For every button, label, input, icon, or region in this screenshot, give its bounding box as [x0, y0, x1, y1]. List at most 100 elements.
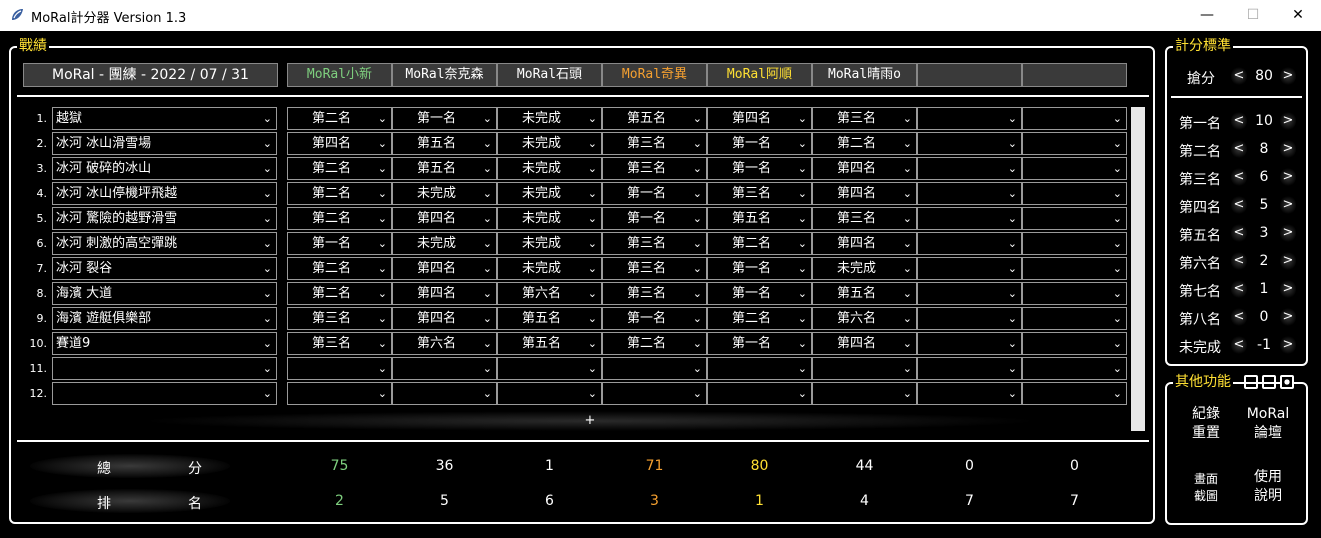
rank-select[interactable]: ⌄ — [287, 357, 392, 380]
player-name-6[interactable]: MoRal晴雨o — [812, 63, 917, 87]
scrollbar-thumb[interactable] — [1131, 107, 1145, 431]
rank-select[interactable]: 第三名 ⌄ — [602, 257, 707, 280]
rank-select[interactable]: 未完成 ⌄ — [497, 107, 602, 130]
grab-score-increase-button[interactable]: > — [1280, 66, 1296, 86]
rank-select[interactable]: ⌄ — [497, 357, 602, 380]
player-name-1[interactable]: MoRal小新 — [287, 63, 392, 87]
maximize-button[interactable]: ☐ — [1230, 0, 1276, 31]
rank-select[interactable]: ⌄ — [497, 382, 602, 405]
screenshot-button[interactable]: 畫面 截圖 — [1176, 471, 1236, 505]
rank-select[interactable]: 第三名 ⌄ — [602, 132, 707, 155]
rank-select[interactable]: 第五名 ⌄ — [497, 307, 602, 330]
rank-select[interactable]: 未完成 ⌄ — [392, 182, 497, 205]
rank-select[interactable]: 第五名 ⌄ — [497, 332, 602, 355]
rank-select[interactable]: ⌄ — [602, 357, 707, 380]
rank-select[interactable]: ⌄ — [1022, 232, 1127, 255]
rank-select[interactable]: 第四名 ⌄ — [812, 232, 917, 255]
rank-select[interactable]: 第三名 ⌄ — [812, 107, 917, 130]
rank-select[interactable]: ⌄ — [917, 332, 1022, 355]
rank-select[interactable]: 第一名 ⌄ — [602, 207, 707, 230]
rank-select[interactable]: 第一名 ⌄ — [707, 157, 812, 180]
results-scrollbar[interactable] — [1131, 107, 1145, 431]
player-name-8[interactable] — [1022, 63, 1127, 87]
course-select[interactable]: ⌄ — [52, 357, 277, 380]
rank-select[interactable]: 第四名 ⌄ — [812, 182, 917, 205]
rank-select[interactable]: 第四名 ⌄ — [392, 207, 497, 230]
course-select[interactable]: 越獄 ⌄ — [52, 107, 277, 130]
rank-select[interactable]: 第二名 ⌄ — [287, 182, 392, 205]
rank-select[interactable]: ⌄ — [917, 257, 1022, 280]
rank-select[interactable]: 第三名 ⌄ — [602, 282, 707, 305]
rank-select[interactable]: 第五名 ⌄ — [392, 132, 497, 155]
help-button[interactable]: 使用 說明 — [1238, 468, 1298, 506]
score-decrease-button[interactable]: < — [1231, 195, 1247, 215]
rank-select[interactable]: 未完成 ⌄ — [497, 132, 602, 155]
rank-select[interactable]: ⌄ — [917, 207, 1022, 230]
course-select[interactable]: 冰河 冰山滑雪場 ⌄ — [52, 132, 277, 155]
rank-select[interactable]: ⌄ — [917, 182, 1022, 205]
rank-select[interactable]: 第三名 ⌄ — [287, 307, 392, 330]
rank-select[interactable]: 第一名 ⌄ — [707, 257, 812, 280]
rank-select[interactable]: 第一名 ⌄ — [602, 307, 707, 330]
rank-select[interactable]: 未完成 ⌄ — [497, 207, 602, 230]
rank-select[interactable]: ⌄ — [1022, 282, 1127, 305]
rank-select[interactable]: ⌄ — [1022, 207, 1127, 230]
reset-record-button[interactable]: 紀錄 重置 — [1176, 405, 1236, 443]
rank-select[interactable]: 第三名 ⌄ — [602, 157, 707, 180]
rank-select[interactable]: 第四名 ⌄ — [707, 107, 812, 130]
rank-select[interactable]: 第一名 ⌄ — [602, 182, 707, 205]
rank-select[interactable]: 第四名 ⌄ — [812, 332, 917, 355]
rank-select[interactable]: ⌄ — [392, 382, 497, 405]
score-increase-button[interactable]: > — [1280, 111, 1296, 131]
session-date-label[interactable]: MoRal - 團練 - 2022 / 07 / 31 — [23, 63, 278, 87]
rank-select[interactable]: 第二名 ⌄ — [287, 107, 392, 130]
rank-select[interactable]: 第三名 ⌄ — [707, 182, 812, 205]
rank-select[interactable]: ⌄ — [917, 132, 1022, 155]
rank-select[interactable]: 未完成 ⌄ — [392, 232, 497, 255]
rank-select[interactable]: 第四名 ⌄ — [812, 157, 917, 180]
player-name-3[interactable]: MoRal石頭 — [497, 63, 602, 87]
rank-select[interactable]: ⌄ — [917, 157, 1022, 180]
rank-select[interactable]: 未完成 ⌄ — [497, 232, 602, 255]
rank-select[interactable]: ⌄ — [917, 382, 1022, 405]
rank-select[interactable]: ⌄ — [1022, 357, 1127, 380]
rank-select[interactable]: 第五名 ⌄ — [812, 282, 917, 305]
course-select[interactable]: ⌄ — [52, 382, 277, 405]
score-increase-button[interactable]: > — [1280, 139, 1296, 159]
rank-select[interactable]: ⌄ — [917, 307, 1022, 330]
rank-select[interactable]: ⌄ — [287, 382, 392, 405]
rank-select[interactable]: ⌄ — [1022, 257, 1127, 280]
rank-select[interactable]: ⌄ — [392, 357, 497, 380]
add-row-button[interactable]: + — [140, 411, 1040, 431]
course-select[interactable]: 冰河 驚險的越野滑雪 ⌄ — [52, 207, 277, 230]
rank-select[interactable]: ⌄ — [707, 382, 812, 405]
rank-select[interactable]: 第二名 ⌄ — [707, 232, 812, 255]
rank-select[interactable]: ⌄ — [917, 357, 1022, 380]
rank-select[interactable]: ⌄ — [1022, 382, 1127, 405]
rank-select[interactable]: ⌄ — [812, 357, 917, 380]
course-select[interactable]: 冰河 破碎的冰山 ⌄ — [52, 157, 277, 180]
rank-select[interactable]: 第一名 ⌄ — [287, 232, 392, 255]
moral-forum-button[interactable]: MoRal 論壇 — [1238, 405, 1298, 443]
rank-select[interactable]: 第四名 ⌄ — [392, 282, 497, 305]
rank-select[interactable]: 第二名 ⌄ — [707, 307, 812, 330]
score-decrease-button[interactable]: < — [1231, 139, 1247, 159]
score-decrease-button[interactable]: < — [1231, 335, 1247, 355]
rank-select[interactable]: ⌄ — [602, 382, 707, 405]
player-name-4[interactable]: MoRal奇異 — [602, 63, 707, 87]
rank-select[interactable]: ⌄ — [1022, 132, 1127, 155]
score-decrease-button[interactable]: < — [1231, 279, 1247, 299]
player-name-7[interactable] — [917, 63, 1022, 87]
rank-select[interactable]: 未完成 ⌄ — [812, 257, 917, 280]
rank-select[interactable]: 第四名 ⌄ — [392, 307, 497, 330]
rank-select[interactable]: ⌄ — [707, 357, 812, 380]
rank-select[interactable]: 第五名 ⌄ — [602, 107, 707, 130]
rank-select[interactable]: ⌄ — [1022, 157, 1127, 180]
score-decrease-button[interactable]: < — [1231, 111, 1247, 131]
course-select[interactable]: 海濱 大道 ⌄ — [52, 282, 277, 305]
window-mode-small-icon[interactable] — [1244, 375, 1258, 389]
rank-select[interactable]: 第三名 ⌄ — [287, 332, 392, 355]
rank-select[interactable]: 未完成 ⌄ — [497, 257, 602, 280]
rank-select[interactable]: 第三名 ⌄ — [812, 207, 917, 230]
rank-select[interactable]: 未完成 ⌄ — [497, 157, 602, 180]
